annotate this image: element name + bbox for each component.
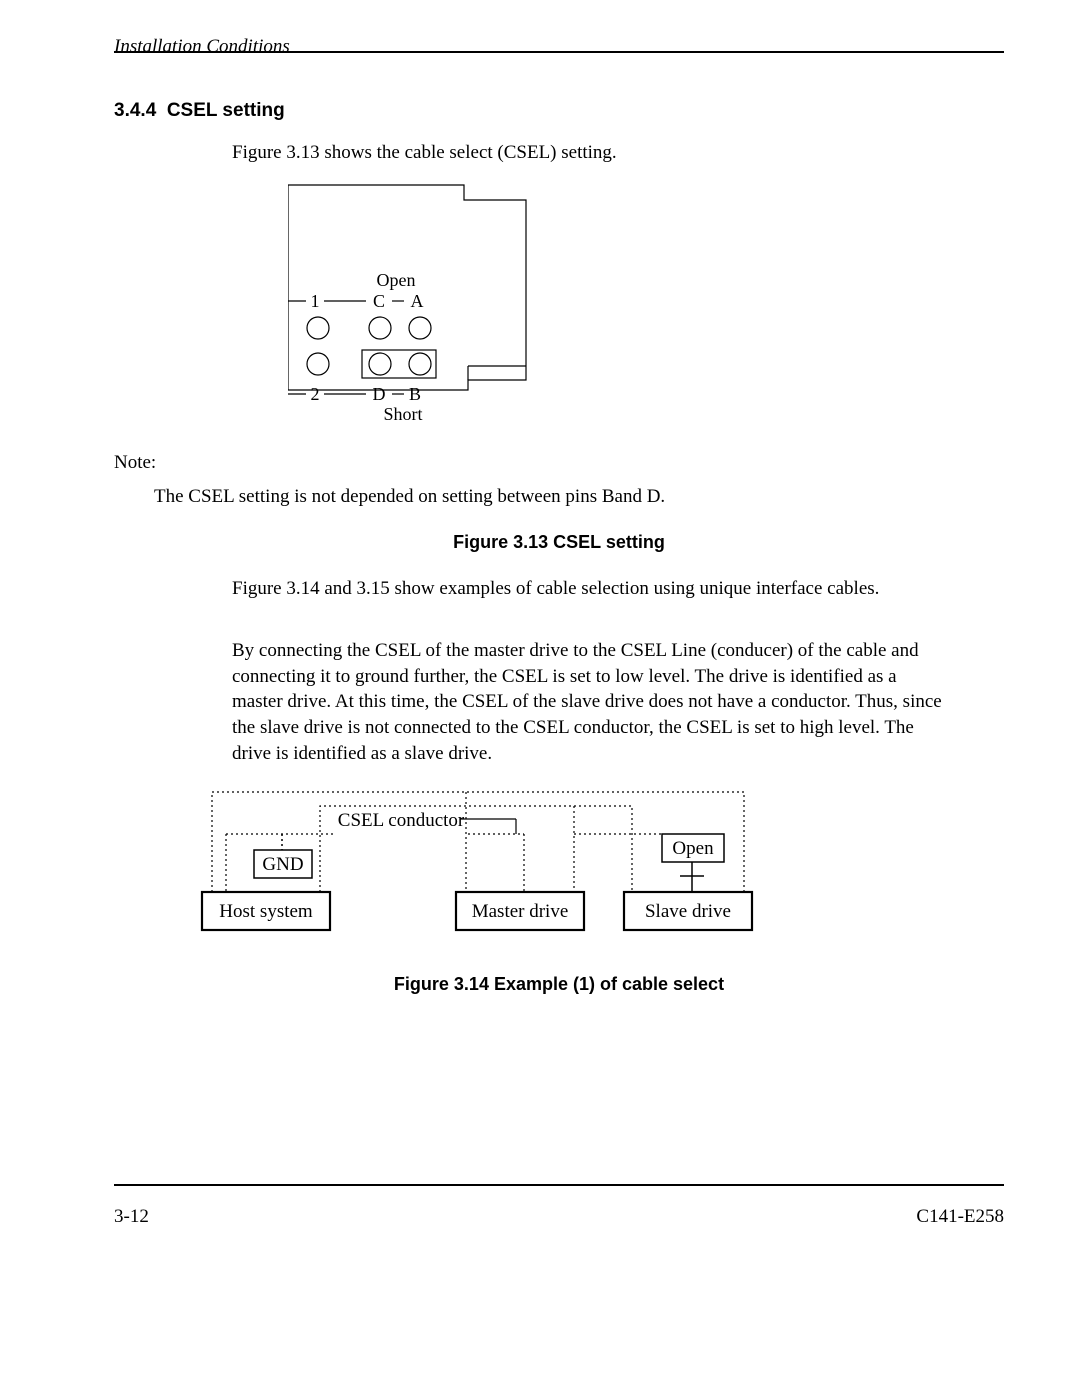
footer-rule — [114, 1184, 1004, 1186]
figure-csel-setting: Open 1 C A 2 D B Short — [288, 180, 568, 424]
figure-caption-313: Figure 3.13 CSEL setting — [114, 530, 1004, 554]
header: Installation Conditions — [114, 34, 1004, 60]
label-master: Master drive — [472, 901, 569, 922]
label-open: Open — [377, 270, 416, 290]
label-b: B — [409, 384, 421, 404]
label-2: 2 — [311, 384, 320, 404]
header-title: Installation Conditions — [114, 36, 290, 57]
note-body: The CSEL setting is not depended on sett… — [154, 484, 914, 510]
footer-doc: C141-E258 — [916, 1204, 1004, 1230]
figure-cable-select-example: CSEL conductor GND Open Host system Mast… — [196, 786, 816, 936]
label-gnd: GND — [262, 854, 303, 875]
label-open2: Open — [672, 838, 714, 859]
header-rule — [114, 51, 1004, 53]
page: Installation Conditions 3.4.4 CSEL setti… — [0, 0, 1080, 1397]
paragraph-mid1: Figure 3.14 and 3.15 show examples of ca… — [232, 576, 932, 602]
label-short: Short — [383, 404, 422, 424]
label-d: D — [373, 384, 386, 404]
label-slave: Slave drive — [645, 901, 731, 922]
intro-paragraph: Figure 3.13 shows the cable select (CSEL… — [232, 140, 932, 166]
label-a: A — [411, 291, 424, 311]
figure-caption-314: Figure 3.14 Example (1) of cable select — [114, 972, 1004, 996]
section-number: 3.4.4 — [114, 100, 156, 121]
paragraph-mid2: By connecting the CSEL of the master dri… — [232, 638, 942, 766]
section-title: CSEL setting — [167, 100, 285, 121]
note-label: Note: — [114, 450, 156, 476]
label-host: Host system — [219, 901, 313, 922]
label-1: 1 — [311, 291, 320, 311]
section-heading: 3.4.4 CSEL setting — [114, 98, 285, 124]
label-csel-conductor: CSEL conductor — [338, 810, 465, 831]
footer-page: 3-12 — [114, 1204, 149, 1230]
label-c: C — [373, 291, 385, 311]
